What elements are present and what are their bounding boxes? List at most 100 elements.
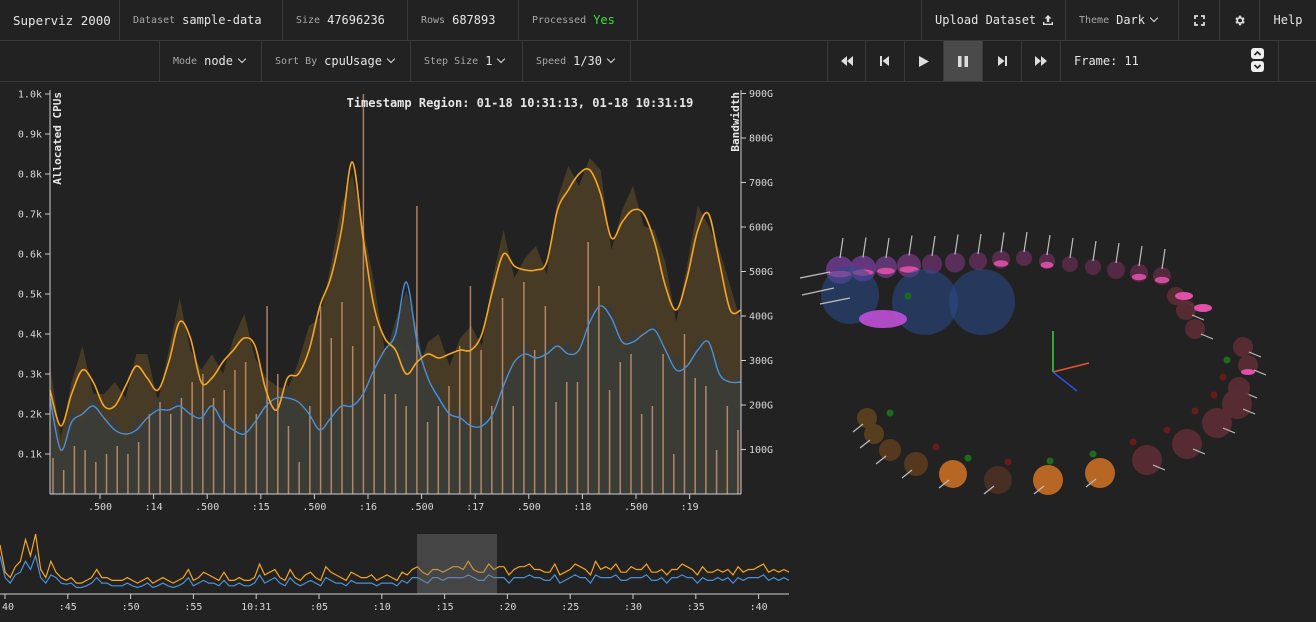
play-button[interactable] xyxy=(905,41,944,81)
scene-node-top xyxy=(1085,240,1101,275)
step-size-select[interactable]: Step Size 1 xyxy=(411,41,523,81)
status-dot xyxy=(932,443,940,451)
step-back-button[interactable] xyxy=(866,41,905,81)
control-bar: Mode node Sort By cpuUsage Step Size 1 S… xyxy=(0,41,1316,82)
node-stick xyxy=(1138,245,1143,267)
theme-value: Dark xyxy=(1116,13,1146,27)
brush-selection[interactable] xyxy=(417,534,497,594)
processed-info: Processed Yes xyxy=(519,0,638,40)
scene-node-right xyxy=(1185,319,1214,340)
y-tick-label: 0.8k xyxy=(18,170,42,181)
cpu-bandwidth-chart[interactable]: 0.1k 0.2k 0.3k 0.4k 0.5k 0.6k 0.7k 0.8k 0.9k 1.0k… xyxy=(0,82,790,522)
rows-info: Rows 687893 xyxy=(408,0,519,40)
status-dot xyxy=(1046,457,1054,465)
node-stick xyxy=(1069,237,1074,259)
overview-x-tick-label: :45 xyxy=(59,602,77,613)
app-title-cell: Superviz 2000 xyxy=(0,0,120,40)
speed-select[interactable]: Speed 1/30 xyxy=(523,41,631,81)
fast-forward-button[interactable] xyxy=(1022,41,1061,81)
y-axis-label: Allocated CPUs xyxy=(51,92,64,185)
node-sphere xyxy=(1107,261,1125,279)
node-sphere xyxy=(1172,429,1202,459)
scene-node-bottom xyxy=(1085,458,1115,488)
step-back-icon xyxy=(880,56,889,66)
dataset-info: Dataset sample-data xyxy=(120,0,283,40)
x-tick-label: :17 xyxy=(466,502,484,513)
node-stick xyxy=(1046,234,1051,256)
node-sphere xyxy=(879,439,901,461)
status-dot xyxy=(886,409,894,417)
frame-label: Frame: xyxy=(1074,54,1118,68)
node-usage-disc xyxy=(877,267,895,275)
size-value: 47696236 xyxy=(327,13,385,27)
chevron-down-icon xyxy=(237,54,247,64)
y-tick-label: 0.3k xyxy=(18,370,42,381)
mode-label: Mode xyxy=(173,55,198,67)
theme-select[interactable]: Theme Dark xyxy=(1066,0,1179,40)
status-dot xyxy=(964,454,972,462)
node-usage-disc xyxy=(1241,369,1255,375)
node-sphere xyxy=(939,460,967,488)
x-tick-label: .500 xyxy=(88,502,112,513)
node-sphere xyxy=(904,452,928,476)
scene-node-bottom xyxy=(901,452,928,479)
node-stick xyxy=(859,439,871,449)
settings-button[interactable] xyxy=(1220,0,1260,40)
spin-down-button[interactable] xyxy=(1251,61,1264,72)
upload-dataset-button[interactable]: Upload Dataset xyxy=(921,0,1066,40)
mode-select[interactable]: Mode node xyxy=(159,41,262,81)
sort-select[interactable]: Sort By cpuUsage xyxy=(262,41,411,81)
upload-label: Upload Dataset xyxy=(935,13,1037,27)
fullscreen-button[interactable] xyxy=(1179,0,1220,40)
overview-x-tick-label: :50 xyxy=(122,602,140,613)
node-usage-disc xyxy=(1040,261,1054,269)
node-stick xyxy=(1161,248,1166,270)
status-dot xyxy=(1163,426,1171,434)
gear-icon xyxy=(1233,14,1246,27)
overview-lines xyxy=(0,533,790,589)
node-sphere xyxy=(1233,337,1253,357)
pause-button[interactable] xyxy=(944,41,983,81)
y2-tick-label: 100G xyxy=(749,445,773,456)
node-sphere xyxy=(1062,256,1078,272)
processed-value: Yes xyxy=(593,13,615,27)
pause-icon xyxy=(958,55,968,67)
spin-up-button[interactable] xyxy=(1251,48,1264,59)
step-forward-icon xyxy=(998,56,1007,66)
y2-tick-label: 500G xyxy=(749,267,773,278)
node-stick xyxy=(1092,240,1097,262)
overview-x-tick-label: :10 xyxy=(373,602,391,613)
size-label: Size xyxy=(296,14,321,26)
step-value: 1 xyxy=(485,54,493,68)
rewind-button[interactable] xyxy=(827,41,866,81)
frame-value[interactable]: 11 xyxy=(1124,54,1138,68)
scene-node-top xyxy=(969,233,987,270)
sort-label: Sort By xyxy=(275,55,318,67)
step-forward-button[interactable] xyxy=(983,41,1022,81)
processed-label: Processed xyxy=(532,14,587,26)
gizmo-x-axis xyxy=(1052,362,1090,373)
x-tick-label: .500 xyxy=(624,502,648,513)
overview-brush-chart[interactable]: :40:45:50:55 10:31:05:10:15:20:25:30:35:4… xyxy=(0,530,790,622)
sort-value: cpuUsage xyxy=(324,54,382,68)
status-dot xyxy=(1191,407,1199,415)
node-usage-disc xyxy=(859,310,907,328)
x-tick-label: .500 xyxy=(302,502,326,513)
scene-node-top xyxy=(945,234,965,273)
node-3d-scene[interactable] xyxy=(790,82,1316,522)
x-tick-label: :19 xyxy=(681,502,699,513)
status-dot xyxy=(1089,450,1097,458)
x-tick-label: :18 xyxy=(573,502,591,513)
y2-tick-label: 600G xyxy=(749,223,773,234)
overview-x-tick-label: 10:31 xyxy=(241,602,271,613)
y-tick-label: 0.1k xyxy=(18,450,42,461)
overview-x-tick-label: :40 xyxy=(750,602,768,613)
node-stick xyxy=(852,423,864,433)
node-sphere xyxy=(945,252,965,273)
help-link[interactable]: Help xyxy=(1260,0,1316,40)
status-dot xyxy=(1210,391,1218,399)
scene-node-bottom xyxy=(983,466,1012,495)
node-usage-disc xyxy=(1154,276,1170,284)
node-stick xyxy=(862,237,867,258)
